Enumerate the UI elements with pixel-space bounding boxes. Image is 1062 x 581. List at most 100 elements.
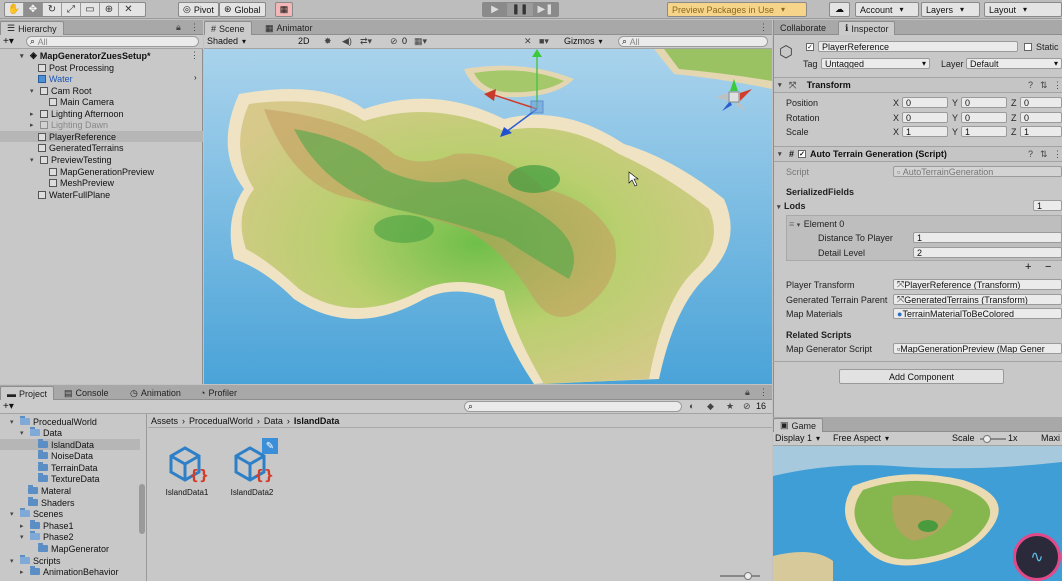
collapse-arrow-icon[interactable]: ▸	[20, 522, 27, 530]
tab-animator[interactable]: ▦ Animator	[259, 21, 319, 35]
hierarchy-item[interactable]: MapGenerationPreview	[49, 166, 154, 177]
lighting-icon[interactable]: ✸	[324, 36, 332, 47]
add-component-button[interactable]: Add Component	[839, 369, 1004, 384]
custom-tool-icon[interactable]: ✕	[119, 3, 138, 16]
hidden-packages-icon[interactable]: ⊘	[743, 401, 751, 412]
camera-icon[interactable]: ■▾	[539, 36, 549, 47]
menu-dots-icon[interactable]: ⋮	[1053, 80, 1062, 91]
collapse-arrow-icon[interactable]: ▸	[20, 568, 27, 576]
hierarchy-item[interactable]: Post Processing	[38, 62, 114, 73]
preview-packages-dropdown[interactable]: Preview Packages in Use	[667, 2, 807, 17]
hierarchy-item[interactable]: ▸ Lighting Dawn	[30, 119, 108, 130]
menu-dots-icon[interactable]: ⋮	[759, 22, 768, 33]
pivot-toggle[interactable]: ◎ Pivot	[178, 2, 219, 17]
scene-menu-icon[interactable]: ⋮	[190, 50, 199, 61]
collapse-arrow-icon[interactable]: ▸	[30, 110, 37, 118]
scale-y[interactable]: 1	[961, 126, 1007, 137]
hierarchy-item[interactable]: ▾ PreviewTesting	[30, 154, 112, 165]
folder-item[interactable]: NoiseData	[38, 450, 93, 461]
breadcrumb-item[interactable]: IslandData	[294, 416, 340, 426]
distance-field[interactable]: 1	[913, 232, 1062, 243]
hierarchy-item[interactable]: Water	[38, 73, 73, 84]
search-by-label-icon[interactable]: ◆	[707, 401, 714, 412]
help-icon[interactable]: ?	[1028, 80, 1033, 90]
static-checkbox[interactable]	[1024, 43, 1032, 51]
tab-inspector[interactable]: ℹ Inspector	[838, 21, 896, 35]
folder-item[interactable]: ▸ AnimationBehavior	[20, 566, 119, 577]
rotation-x[interactable]: 0	[902, 112, 948, 123]
step-button[interactable]: ▶❚	[533, 3, 558, 16]
map-materials-field[interactable]: ● TerrainMaterialToBeColored	[893, 308, 1062, 319]
hand-tool-icon[interactable]: ✋	[5, 3, 24, 16]
audio-icon[interactable]: ◀)	[342, 36, 352, 47]
generated-parent-field[interactable]: ⤧ GeneratedTerrains (Transform)	[893, 294, 1062, 305]
position-z[interactable]: 0	[1020, 97, 1062, 108]
global-toggle[interactable]: ⊛ Global	[219, 2, 266, 17]
project-search-input[interactable]: ⌕	[464, 401, 682, 412]
hierarchy-item-selected[interactable]: PlayerReference	[0, 131, 203, 142]
scale-tool-icon[interactable]: ⤢	[62, 3, 81, 16]
hierarchy-item[interactable]: ▾ Cam Root	[30, 85, 92, 96]
play-button[interactable]: ▶	[483, 3, 508, 16]
maximize-toggle[interactable]: Maxi	[1041, 433, 1060, 443]
folder-item[interactable]: TerrainData	[38, 462, 98, 473]
rotate-tool-icon[interactable]: ↻	[43, 3, 62, 16]
lods-count-field[interactable]: 1	[1033, 200, 1062, 211]
rotation-y[interactable]: 0	[961, 112, 1007, 123]
collapse-arrow-icon[interactable]: ▸	[30, 121, 37, 129]
folder-item[interactable]: ▾ ProcedualWorld	[10, 416, 97, 427]
folder-item[interactable]: ▾ Data	[20, 427, 62, 438]
expand-arrow-icon[interactable]: ▾	[10, 418, 17, 426]
folder-item[interactable]: ▸ Phase1	[20, 520, 74, 531]
add-element-button[interactable]: +	[1025, 261, 1031, 273]
remove-element-button[interactable]: −	[1045, 261, 1051, 273]
effects-icon[interactable]: ⇄▾	[360, 36, 372, 47]
drag-handle-icon[interactable]: ≡	[789, 219, 794, 229]
map-generator-field[interactable]: ▫ MapGenerationPreview (Map Gener	[893, 343, 1062, 354]
tab-project[interactable]: ▬ Project	[0, 386, 55, 400]
scale-z[interactable]: 1	[1020, 126, 1062, 137]
breadcrumb-item[interactable]: Data	[264, 416, 283, 426]
menu-dots-icon[interactable]: ⋮	[190, 22, 199, 33]
icon-size-slider-thumb[interactable]	[744, 572, 752, 580]
folder-item[interactable]: Materal	[28, 485, 71, 496]
help-icon[interactable]: ?	[1028, 149, 1033, 159]
object-name-field[interactable]: PlayerReference	[818, 41, 1018, 52]
tools-icon[interactable]: ✕	[524, 36, 532, 47]
folder-item[interactable]: TextureData	[38, 473, 100, 484]
move-tool-icon[interactable]: ✥	[24, 3, 43, 16]
breadcrumb-item[interactable]: Assets	[151, 416, 178, 426]
pause-button[interactable]: ❚❚	[508, 3, 533, 16]
transform-header[interactable]: ▾ ⤧ Transform	[774, 77, 1062, 93]
detail-field[interactable]: 2	[913, 247, 1062, 258]
hierarchy-item[interactable]: ▸ Lighting Afternoon	[30, 108, 124, 119]
expand-arrow-icon[interactable]: ▾	[10, 510, 17, 518]
component-enabled-checkbox[interactable]: ✓	[798, 150, 807, 158]
expand-arrow-icon[interactable]: ▾	[30, 87, 37, 95]
scene-root[interactable]: ▾ ◈ MapGeneratorZuesSetup*	[20, 50, 150, 61]
hidden-objects-icon[interactable]: ⊘	[390, 36, 398, 47]
menu-dots-icon[interactable]: ⋮	[759, 387, 768, 398]
player-transform-field[interactable]: ⤧ PlayerReference (Transform)	[893, 279, 1062, 290]
auto-terrain-header[interactable]: ▾ # ✓ Auto Terrain Generation (Script)	[774, 146, 1062, 162]
scale-slider-thumb[interactable]	[983, 435, 991, 443]
expand-arrow-icon[interactable]: ▾	[30, 156, 37, 164]
element-foldout[interactable]: ≡ ▾ Element 0	[789, 219, 844, 229]
settings-sliders-icon[interactable]: ⇅	[1040, 80, 1048, 91]
breadcrumb-item[interactable]: ProcedualWorld	[189, 416, 253, 426]
shading-dropdown[interactable]: Shaded	[207, 36, 291, 46]
scene-viewport[interactable]	[204, 49, 772, 384]
folder-item[interactable]: Shaders	[28, 497, 75, 508]
menu-dots-icon[interactable]: ⋮	[1053, 149, 1062, 160]
position-x[interactable]: 0	[902, 97, 948, 108]
account-dropdown[interactable]: Account	[855, 2, 919, 17]
folder-item[interactable]: ▾ Phase2	[20, 531, 74, 542]
create-icon[interactable]: +▾	[3, 401, 14, 412]
folder-item-selected[interactable]: IslandData	[0, 439, 140, 450]
game-viewport[interactable]: ∿	[773, 446, 1062, 581]
rect-tool-icon[interactable]: ▭	[81, 3, 100, 16]
folder-item[interactable]: ▾ Scenes	[10, 508, 63, 519]
rotation-z[interactable]: 0	[1020, 112, 1062, 123]
folder-item[interactable]: MapGenerator	[38, 543, 109, 554]
tab-console[interactable]: ▤ Console	[58, 386, 115, 400]
